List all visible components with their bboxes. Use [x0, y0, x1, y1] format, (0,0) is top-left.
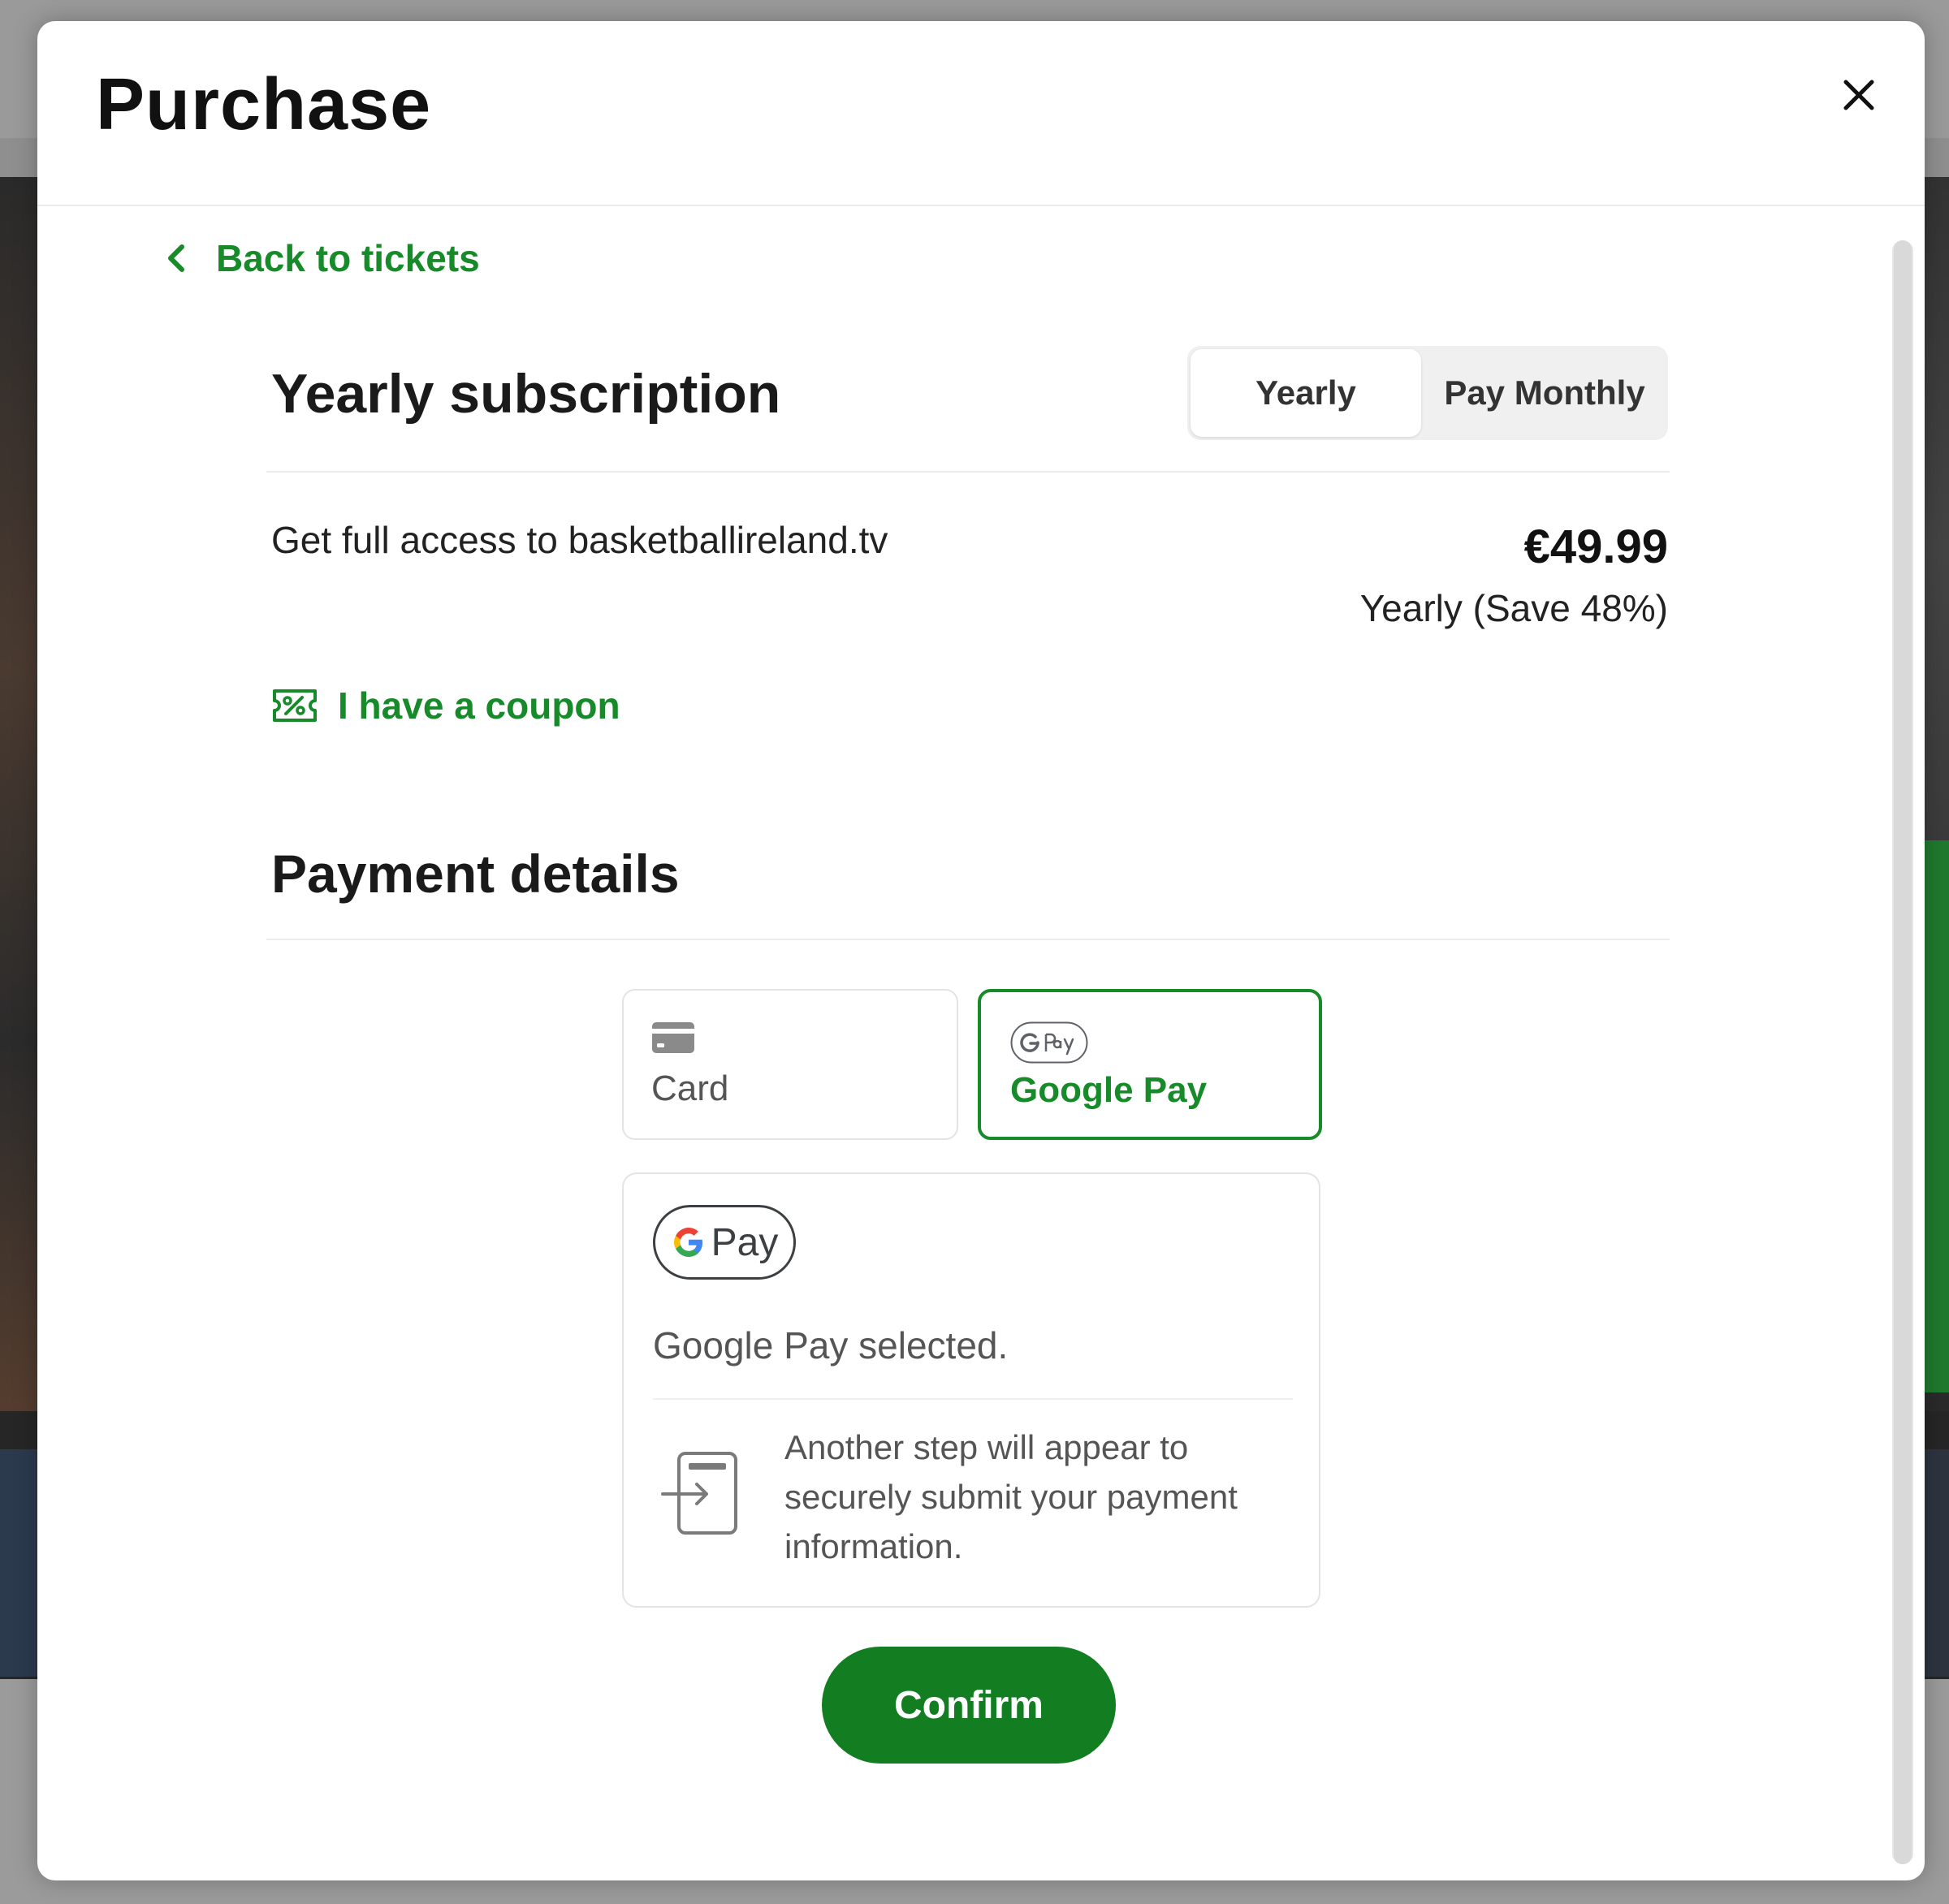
google-g-logo-icon — [673, 1228, 702, 1257]
google-pay-badge: Pay — [653, 1205, 796, 1280]
payment-method-card[interactable]: Card — [622, 989, 958, 1140]
background-thumbnail-left — [0, 1449, 37, 1677]
modal-header: Purchase — [37, 21, 1925, 206]
close-button[interactable] — [1830, 67, 1887, 123]
redirect-step-text: Another step will appear to securely sub… — [784, 1428, 1238, 1565]
payment-method-card-label: Card — [651, 1069, 729, 1108]
google-pay-panel: Pay Google Pay selected. Another step wi… — [622, 1172, 1320, 1608]
subscription-title: Yearly subscription — [271, 363, 781, 425]
google-pay-badge-text: Pay — [711, 1220, 779, 1264]
coupon-link[interactable]: I have a coupon — [271, 677, 620, 734]
coupon-link-label: I have a coupon — [338, 684, 620, 727]
toggle-yearly[interactable]: Yearly — [1191, 349, 1421, 437]
billing-period-toggle: Yearly Pay Monthly — [1187, 346, 1668, 440]
payment-details-title: Payment details — [271, 844, 680, 904]
credit-card-icon — [652, 1022, 694, 1053]
confirm-button[interactable]: Confirm — [822, 1647, 1116, 1764]
modal-scrollbar[interactable] — [1892, 240, 1913, 1864]
google-pay-selected-text: Google Pay selected. — [653, 1324, 1009, 1366]
back-link-label: Back to tickets — [216, 237, 480, 279]
payment-divider — [266, 939, 1670, 940]
close-icon — [1843, 80, 1874, 110]
redirect-step-icon — [661, 1452, 737, 1535]
payment-method-google-pay-label: Google Pay — [1010, 1070, 1208, 1110]
subscription-price: €49.99 — [1523, 520, 1668, 573]
back-to-tickets-link[interactable]: Back to tickets — [166, 234, 480, 283]
panel-divider — [653, 1398, 1293, 1400]
chevron-left-icon — [168, 244, 184, 272]
subscription-description: Get full access to basketballireland.tv — [271, 519, 888, 561]
google-pay-icon — [1010, 1021, 1088, 1064]
payment-method-google-pay[interactable]: Google Pay — [978, 989, 1322, 1140]
subscription-divider — [266, 471, 1670, 473]
scrollbar-thumb[interactable] — [1894, 240, 1912, 1864]
toggle-pay-monthly[interactable]: Pay Monthly — [1421, 349, 1668, 437]
price-note: Yearly (Save 48%) — [1359, 587, 1668, 629]
modal-title: Purchase — [96, 64, 432, 145]
coupon-percent-icon — [273, 689, 317, 722]
purchase-modal: Purchase Back to tickets Yearly subscrip… — [37, 21, 1925, 1880]
